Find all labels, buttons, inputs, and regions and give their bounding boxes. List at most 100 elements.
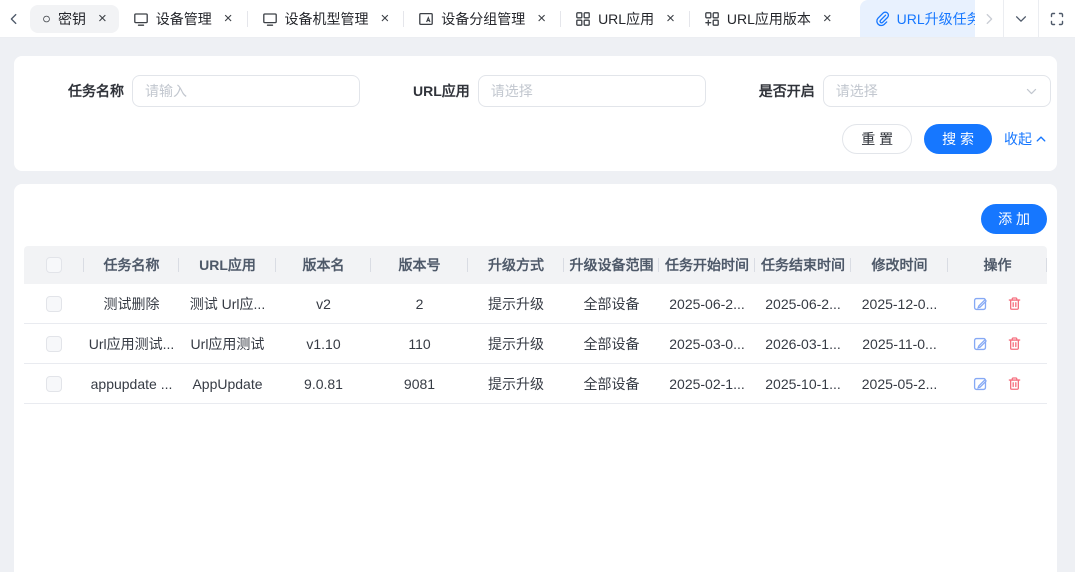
cell-start-time: 2025-06-2... — [669, 296, 745, 312]
row-checkbox[interactable] — [46, 336, 62, 352]
header-url-app: URL应用 — [179, 246, 276, 284]
cell-device-scope: 全部设备 — [584, 294, 640, 314]
tab-device-management[interactable]: 设备管理 × — [119, 0, 247, 37]
tab-device-group-management[interactable]: 设备分组管理 × — [404, 0, 560, 37]
table-toolbar: 添 加 — [24, 204, 1047, 234]
delete-button[interactable] — [1007, 336, 1022, 351]
row-checkbox[interactable] — [46, 376, 62, 392]
cell-task-name: Url应用测试... — [89, 334, 175, 354]
cell-modified-time: 2025-11-0... — [862, 336, 936, 352]
field-task-name: 任务名称 请输入 — [68, 75, 360, 107]
table-header-row: 任务名称 URL应用 版本名 版本号 升级方式 升级设备范围 任务开始时间 任务… — [24, 246, 1047, 284]
trash-icon — [1007, 336, 1022, 351]
tabs-dropdown-button[interactable] — [1004, 0, 1038, 37]
task-name-label: 任务名称 — [68, 81, 124, 101]
tab-device-model-management[interactable]: 设备机型管理 × — [248, 0, 404, 37]
header-upgrade-mode: 升级方式 — [468, 246, 564, 284]
grid-plus-icon — [704, 11, 720, 27]
filter-fields: 任务名称 请输入 URL应用 请选择 是否开启 请选择 — [14, 75, 1057, 107]
search-button[interactable]: 搜 索 — [924, 124, 992, 154]
tab-label: 设备管理 — [156, 9, 212, 29]
enabled-label: 是否开启 — [759, 81, 815, 101]
tab-label: 密钥 — [58, 9, 86, 29]
cell-version-name: v2 — [316, 296, 331, 312]
tab-url-app-version[interactable]: URL应用版本 × — [690, 0, 846, 37]
filter-panel: 任务名称 请输入 URL应用 请选择 是否开启 请选择 重 置 搜 索 收起 — [14, 56, 1057, 171]
cell-url-app: Url应用测试 — [191, 334, 265, 354]
header-start-time: 任务开始时间 — [659, 246, 755, 284]
reset-button[interactable]: 重 置 — [842, 124, 912, 154]
close-icon[interactable]: × — [224, 11, 233, 26]
cell-task-name: appupdate ... — [91, 376, 173, 392]
cell-version-no: 110 — [408, 336, 430, 352]
cell-version-name: v1.10 — [306, 336, 340, 352]
fullscreen-button[interactable] — [1039, 0, 1075, 37]
tab-bar: 密钥 × 设备管理 × 设备机型管理 × 设备分组管理 × — [0, 0, 1075, 38]
close-icon[interactable]: × — [823, 11, 832, 26]
cell-device-scope: 全部设备 — [584, 334, 640, 354]
cell-url-app: AppUpdate — [192, 376, 262, 392]
tasks-table: 任务名称 URL应用 版本名 版本号 升级方式 升级设备范围 任务开始时间 任务… — [24, 246, 1047, 404]
cell-end-time: 2025-10-1... — [765, 376, 841, 392]
enabled-select[interactable]: 请选择 — [823, 75, 1051, 107]
chevron-left-icon — [7, 12, 21, 26]
tab-label: 设备分组管理 — [441, 9, 525, 29]
tab-label: URL应用 — [598, 9, 654, 29]
task-name-input[interactable]: 请输入 — [132, 75, 360, 107]
url-app-select[interactable]: 请选择 — [478, 75, 706, 107]
tabs-scroll-right-button[interactable] — [975, 0, 1003, 37]
delete-button[interactable] — [1007, 376, 1022, 391]
chevron-down-icon — [1014, 12, 1028, 26]
edit-button[interactable] — [973, 376, 988, 391]
header-checkbox-cell — [24, 246, 84, 284]
fullscreen-icon — [1049, 11, 1065, 27]
tab-secret-key[interactable]: 密钥 × — [30, 5, 119, 33]
edit-button[interactable] — [973, 296, 988, 311]
close-icon[interactable]: × — [666, 11, 675, 26]
monitor-icon — [133, 11, 149, 27]
chevron-down-icon — [1025, 85, 1038, 98]
filter-actions: 重 置 搜 索 收起 — [14, 124, 1057, 154]
header-version-name: 版本名 — [276, 246, 371, 284]
cell-version-name: 9.0.81 — [304, 376, 343, 392]
tabs-scroll-left-button[interactable] — [0, 0, 28, 37]
collapse-toggle[interactable]: 收起 — [1004, 129, 1047, 149]
trash-icon — [1007, 296, 1022, 311]
collapse-label: 收起 — [1004, 129, 1032, 149]
header-device-scope: 升级设备范围 — [564, 246, 659, 284]
tab-url-upgrade-task[interactable]: URL升级任务 × — [860, 0, 975, 37]
table-panel: 添 加 任务名称 URL应用 版本名 版本号 升级方式 升级设备范围 任务开始时… — [14, 184, 1057, 572]
cell-version-no: 2 — [416, 296, 424, 312]
edit-button[interactable] — [973, 336, 988, 351]
chevron-right-icon — [982, 12, 996, 26]
close-icon[interactable]: × — [98, 11, 107, 26]
cell-upgrade-mode: 提示升级 — [488, 374, 544, 394]
header-modified-time: 修改时间 — [851, 246, 948, 284]
tab-url-app[interactable]: URL应用 × — [561, 0, 689, 37]
close-icon[interactable]: × — [381, 11, 390, 26]
tab-bar-actions — [975, 0, 1075, 37]
grid-icon — [575, 11, 591, 27]
select-placeholder: 请选择 — [491, 81, 533, 101]
monitor-a-icon — [418, 11, 434, 27]
close-icon[interactable]: × — [537, 11, 546, 26]
cell-task-name: 测试删除 — [104, 294, 160, 314]
field-enabled: 是否开启 请选择 — [759, 75, 1051, 107]
row-checkbox[interactable] — [46, 296, 62, 312]
cell-end-time: 2025-06-2... — [765, 296, 841, 312]
tab-label: 设备机型管理 — [285, 9, 369, 29]
key-icon — [42, 11, 51, 27]
cell-url-app: 测试 Url应... — [190, 294, 265, 314]
tab-strip: 密钥 × 设备管理 × 设备机型管理 × 设备分组管理 × — [28, 0, 975, 37]
table-row: 测试删除 测试 Url应... v2 2 提示升级 全部设备 2025-06-2… — [24, 284, 1047, 324]
trash-icon — [1007, 376, 1022, 391]
tab-label: URL应用版本 — [727, 9, 811, 29]
cell-start-time: 2025-02-1... — [669, 376, 745, 392]
cell-device-scope: 全部设备 — [584, 374, 640, 394]
cell-modified-time: 2025-12-0... — [862, 296, 938, 312]
paperclip-icon — [874, 11, 890, 27]
add-button[interactable]: 添 加 — [981, 204, 1047, 234]
delete-button[interactable] — [1007, 296, 1022, 311]
select-all-checkbox[interactable] — [46, 257, 62, 273]
cell-end-time: 2026-03-1... — [765, 336, 841, 352]
